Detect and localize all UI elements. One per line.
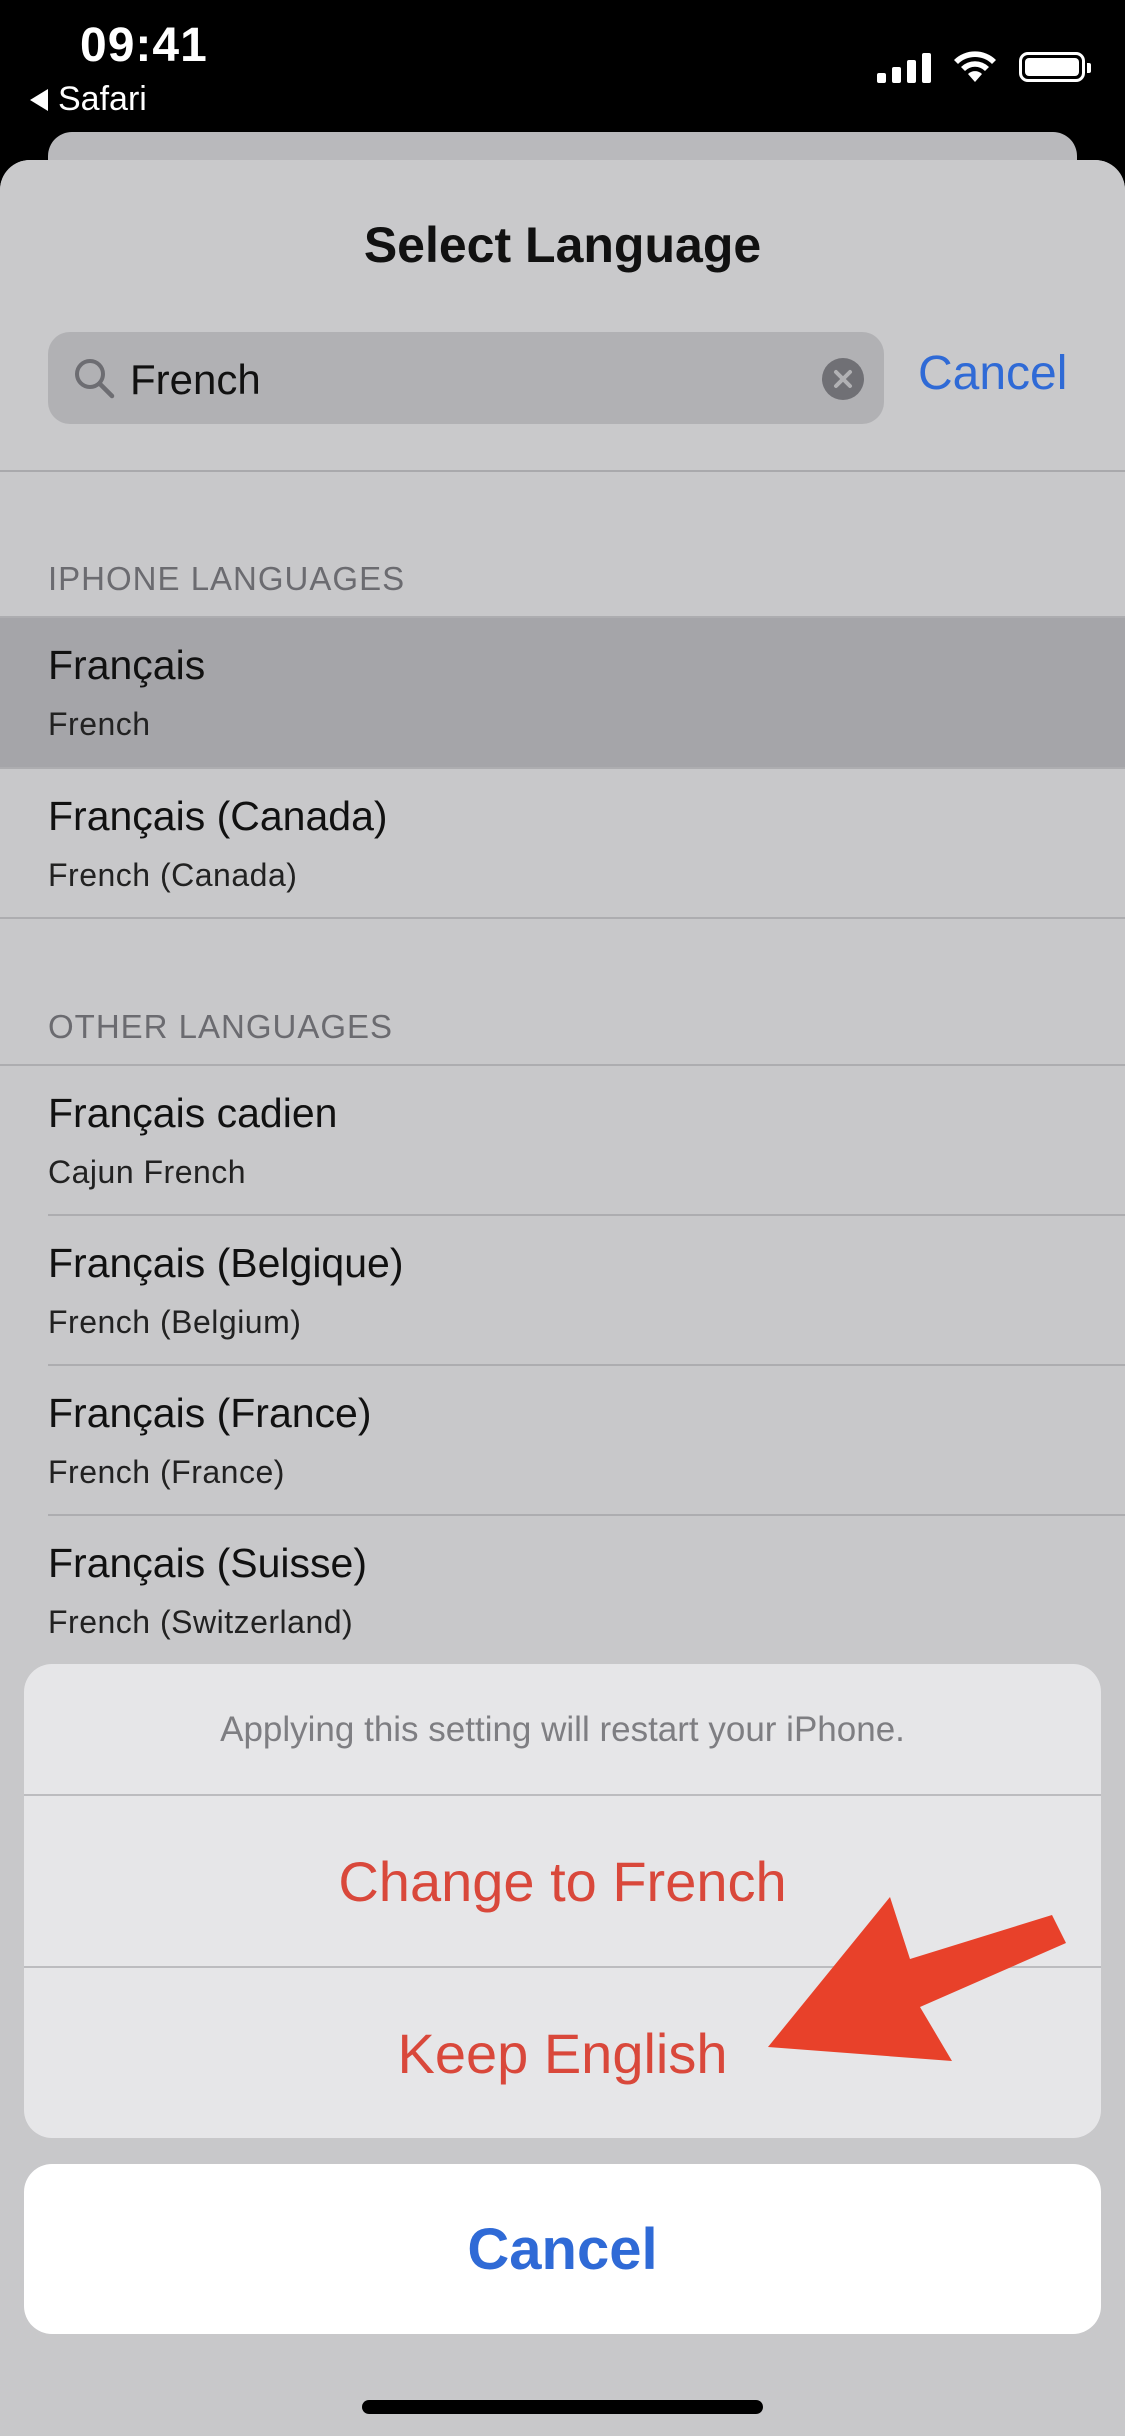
home-indicator[interactable] [362,2400,763,2414]
back-app-label: Safari [58,80,147,118]
language-subtitle: French [48,706,151,742]
language-subtitle: French (Switzerland) [48,1604,354,1640]
action-sheet-message: Applying this setting will restart your … [220,1710,905,1749]
language-subtitle: Cajun French [48,1154,247,1190]
battery-icon [1019,52,1091,82]
status-indicators [877,50,1091,84]
language-name: Français [48,642,206,688]
back-to-app-button[interactable]: Safari [30,80,147,119]
language-name: Français (Belgique) [48,1240,404,1286]
language-subtitle: French (Belgium) [48,1304,302,1340]
clear-icon[interactable] [822,358,864,400]
search-input[interactable]: French [48,332,884,424]
language-name: Français (Suisse) [48,1540,367,1586]
back-arrow-icon [30,88,48,111]
annotation-arrow-icon [768,1897,1066,2061]
divider [0,917,1125,919]
search-cancel-button[interactable]: Cancel [918,346,1067,401]
status-time: 09:41 [80,19,208,72]
language-name: Français (Canada) [48,793,388,839]
page-title: Select Language [363,217,762,273]
section-header-other-languages: OTHER LANGUAGES [48,1008,394,1045]
cellular-signal-icon [877,51,931,83]
language-name: Français cadien [48,1090,338,1136]
language-row-francais-belgique[interactable]: Français (Belgique) French (Belgium) [0,1216,1125,1366]
section-header-iphone-languages: IPHONE LANGUAGES [48,560,406,597]
sheet-header: Select Language French Cancel [0,160,1125,472]
language-row-francais-canada[interactable]: Français (Canada) French (Canada) [0,769,1125,919]
language-name: Français (France) [48,1390,372,1436]
language-subtitle: French (France) [48,1454,285,1490]
language-row-francais-cadien[interactable]: Français cadien Cajun French [0,1066,1125,1216]
action-sheet-cancel-button[interactable]: Cancel [24,2164,1101,2334]
search-value: French [130,356,261,403]
language-row-francais-france[interactable]: Français (France) French (France) [0,1366,1125,1516]
search-icon [75,359,115,399]
language-row-francais-suisse[interactable]: Français (Suisse) French (Switzerland) [0,1516,1125,1666]
wifi-icon [954,51,996,82]
language-subtitle: French (Canada) [48,857,298,893]
language-row-francais[interactable]: Français French [0,618,1125,768]
